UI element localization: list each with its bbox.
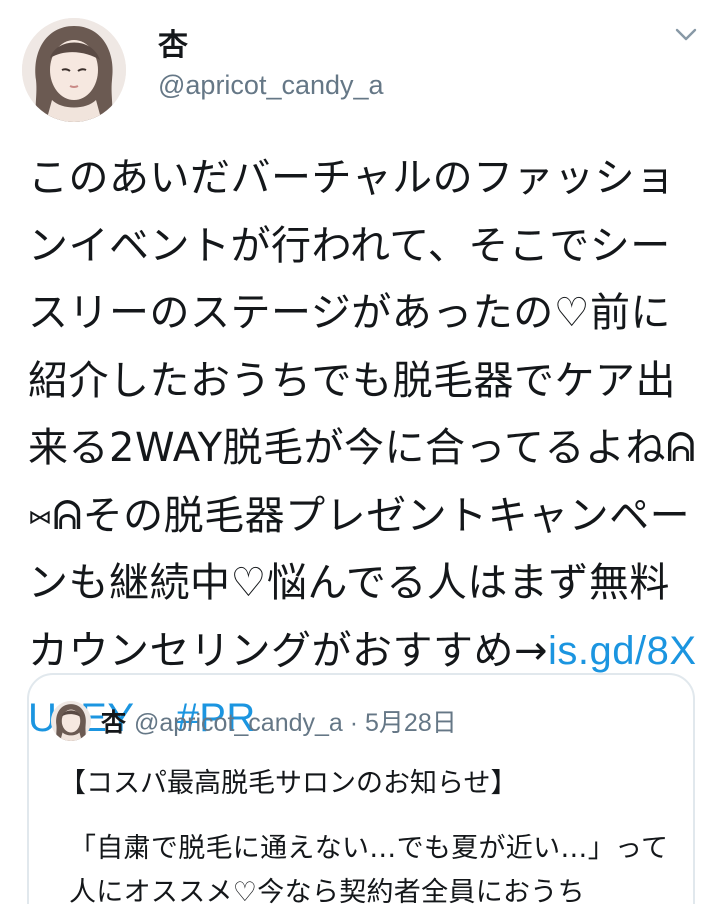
quote-header: 杏 @apricot_candy_a · 5月28日 bbox=[101, 703, 457, 739]
quote-body: 「自粛で脱毛に通えない…でも夏が近い…」って人にオススメ♡今なら契約者全員におう… bbox=[69, 833, 669, 904]
quoted-tweet[interactable]: 杏 @apricot_candy_a · 5月28日 【コスパ最高脱毛サロンのお… bbox=[27, 673, 695, 904]
avatar-illustration bbox=[22, 18, 126, 122]
quote-separator: · bbox=[342, 709, 366, 737]
tweet-card: 杏 @apricot_candy_a このあいだバーチャルのファッションイベント… bbox=[0, 0, 720, 904]
quote-avatar bbox=[51, 701, 91, 741]
quote-title: 【コスパ最高脱毛サロンのお知らせ】 bbox=[59, 768, 518, 799]
quote-date: 5月28日 bbox=[365, 709, 457, 737]
quote-author-name: 杏 bbox=[101, 708, 127, 737]
author-handle[interactable]: @apricot_candy_a bbox=[158, 70, 384, 101]
author-name[interactable]: 杏 bbox=[158, 20, 188, 64]
chevron-down-icon[interactable] bbox=[674, 26, 698, 44]
tweet-text: このあいだバーチャルのファッションイベントが行われて、そこでシースリーのステージ… bbox=[28, 155, 697, 674]
quote-author-handle: @apricot_candy_a bbox=[133, 709, 343, 737]
quote-avatar-illustration bbox=[51, 701, 91, 741]
tweet-body: このあいだバーチャルのファッションイベントが行われて、そこでシースリーのステージ… bbox=[28, 145, 698, 753]
avatar[interactable] bbox=[22, 18, 126, 122]
